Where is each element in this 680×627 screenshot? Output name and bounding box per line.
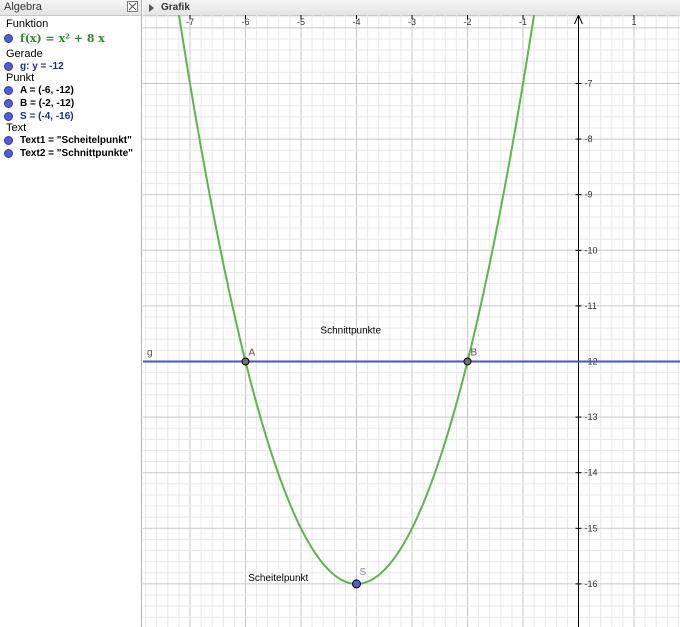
y-tick-label: -13 [585,412,598,422]
x-tick-label: -4 [352,17,360,27]
text-schnittpunkte: Schnittpunkte [320,326,381,337]
item-B-text: B = (-2, -12) [20,98,75,109]
visibility-toggle[interactable] [4,112,13,121]
collapse-triangle-icon[interactable] [149,4,154,12]
category-text: Text [6,122,27,134]
visibility-toggle[interactable] [4,149,13,158]
x-tick-label: -1 [519,17,527,27]
visibility-toggle[interactable] [4,136,13,145]
x-tick-label: -7 [186,17,194,27]
visibility-toggle[interactable] [4,86,13,95]
x-tick-label: -2 [463,17,471,27]
tick-labels: -7 -6 -5 -4 -3 -2 -1 1-7-8-9-10-11-12-13-14-15-… [186,15,637,589]
x-tick-label: -6 [241,17,249,27]
algebra-item-text1[interactable]: Text1 = "Scheitelpunkt" [4,134,132,147]
y-tick-label: -10 [585,245,598,255]
y-tick-label: -11 [585,301,597,311]
y-tick-label: -8 [585,134,593,144]
point-A[interactable] [241,357,250,366]
item-g-text: g: y = -12 [20,61,64,72]
item-A-text: A = (-6, -12) [20,85,74,96]
grid [143,15,680,627]
y-tick-label: -9 [585,190,593,200]
item-text1-text: Text1 = "Scheitelpunkt" [20,135,132,146]
item-S-text: S = (-4, -16) [20,111,74,122]
y-tick-label: -7 [585,79,593,89]
axes [574,15,583,627]
point-B[interactable] [463,357,472,366]
y-tick-label: -16 [585,579,598,589]
graphics-header: Grafik [143,0,680,16]
label-g: g [147,348,153,359]
algebra-header: Algebra [0,0,141,16]
text-scheitelpunkt: Scheitelpunkt [248,573,308,584]
algebra-item-f[interactable]: f(x) = x² + 8 x [4,32,105,45]
algebra-item-A[interactable]: A = (-6, -12) [4,84,74,97]
category-funktion: Funktion [6,18,49,30]
graphics-title: Grafik [161,2,190,13]
label-S: S [360,567,367,578]
x-tick-label: -5 [297,17,305,27]
category-gerade: Gerade [6,48,43,60]
algebra-title: Algebra [4,1,42,13]
visibility-toggle[interactable] [4,99,13,108]
label-A: A [249,348,256,359]
item-text2-text: Text2 = "Schnittpunkte" [20,148,133,159]
algebra-panel: Algebra Funktion f(x) = x² + 8 x Gerade … [0,0,142,627]
category-punkt: Punkt [6,72,35,84]
visibility-toggle[interactable] [4,62,13,71]
graphics-panel[interactable]: Grafik -7 -6 -5 -4 -3 -2 -1 1 -7 -8 -9 -10 -11 -12 -13… [143,0,680,627]
y-tick-label: -15 [585,523,598,533]
x-tick-label: -3 [408,17,416,27]
visibility-toggle[interactable] [4,34,13,43]
item-f-text: f(x) = x² + 8 x [20,32,105,45]
algebra-item-B[interactable]: B = (-2, -12) [4,97,74,110]
graphics-canvas[interactable]: -7 -6 -5 -4 -3 -2 -1 1-7-8-9-10-11-12-13-14-15-… [143,15,680,627]
y-tick-label: -14 [585,468,598,478]
close-icon[interactable] [127,1,138,12]
x-tick-label: 1 [631,17,636,27]
point-S[interactable] [352,579,361,589]
label-B: B [471,348,478,359]
algebra-item-text2[interactable]: Text2 = "Schnittpunkte" [4,147,133,160]
